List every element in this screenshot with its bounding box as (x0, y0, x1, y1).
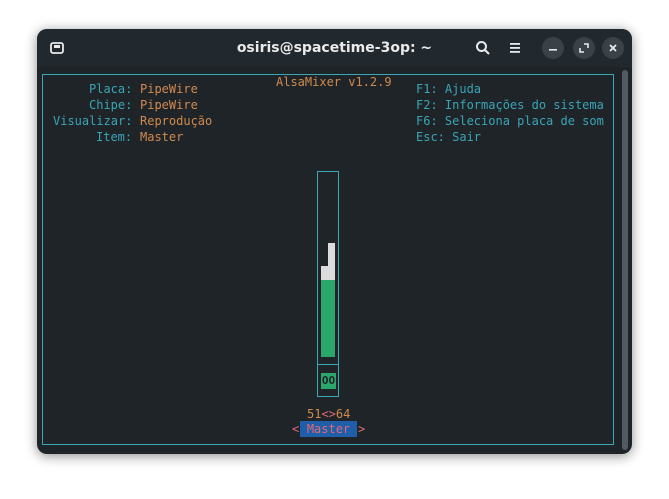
help-f1: F1: Ajuda (416, 82, 482, 96)
volume-right: 64 (335, 407, 351, 421)
card-value: PipeWire (140, 82, 198, 96)
item-value: Master (140, 130, 184, 144)
view-value: Reprodução (140, 114, 213, 128)
close-icon (609, 44, 617, 52)
minimize-button[interactable] (542, 37, 564, 59)
help-f6: F6: Seleciona placa de som (416, 114, 604, 128)
card-label: Placa: (89, 82, 133, 96)
help-f2: F2: Informações do sistema (416, 98, 604, 112)
volume-level-bar (321, 280, 335, 357)
chip-label: Chipe: (89, 98, 133, 112)
close-button[interactable] (602, 37, 624, 59)
view-label: Visualizar: (53, 114, 133, 128)
maximize-button[interactable] (573, 37, 595, 59)
minimize-icon (549, 49, 557, 51)
scrollbar[interactable] (622, 70, 628, 450)
left-channel-cap (321, 266, 328, 281)
alsamixer-title: AlsaMixer v1.2.9 (268, 75, 400, 89)
chip-value: PipeWire (140, 98, 198, 112)
terminal-content[interactable]: AlsaMixer v1.2.9 Placa: PipeWire Chipe: … (37, 67, 632, 454)
search-icon[interactable] (473, 38, 493, 58)
maximize-icon (579, 43, 589, 53)
terminal-window: osiris@spacetime-3op: ~ AlsaMixer v1.2.9… (37, 29, 632, 454)
control-right-arrow: > (358, 422, 366, 436)
right-channel-cap (328, 242, 335, 281)
mute-toggle[interactable]: OO (321, 373, 336, 389)
slider-separator (317, 364, 339, 365)
volume-readout: 51<>64 (307, 407, 350, 421)
control-name[interactable]: Master (300, 421, 357, 437)
hamburger-menu-icon[interactable] (505, 38, 525, 58)
new-tab-icon[interactable] (47, 38, 67, 58)
control-left-arrow: < (292, 422, 300, 436)
volume-left: 51 (307, 407, 322, 421)
help-esc: Esc: Sair (416, 130, 482, 144)
item-label: Item: (96, 130, 133, 144)
title-bar: osiris@spacetime-3op: ~ (37, 29, 632, 67)
volume-separator: <> (321, 407, 336, 421)
